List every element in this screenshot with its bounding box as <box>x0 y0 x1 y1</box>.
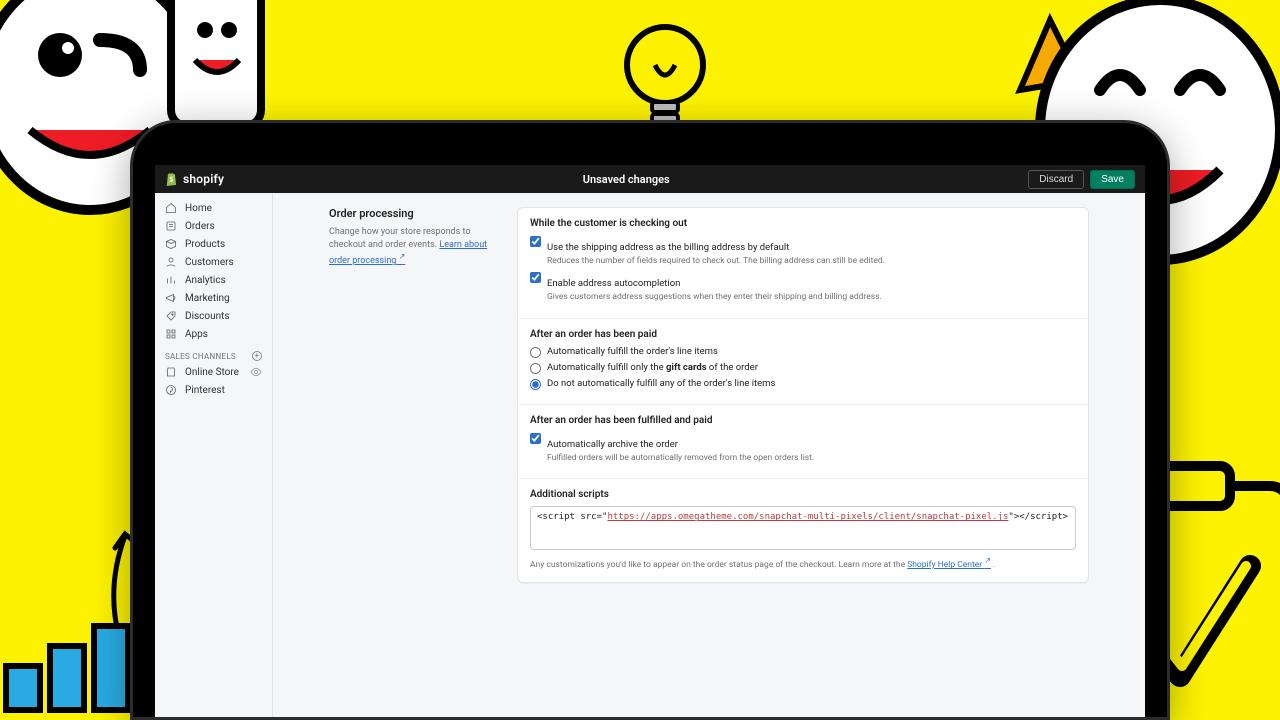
products-icon <box>165 238 177 250</box>
unsaved-changes-label: Unsaved changes <box>224 173 1028 186</box>
view-store-icon[interactable] <box>250 366 262 378</box>
nav-label: Analytics <box>185 275 226 286</box>
after-fulfilled-title: After an order has been fulfilled and pa… <box>530 415 1076 426</box>
external-icon: ↗ <box>399 252 406 261</box>
paid-label-giftcards: Automatically fulfill only the gift card… <box>547 362 758 373</box>
nav-marketing[interactable]: Marketing <box>155 289 272 307</box>
online-store-icon <box>165 366 177 378</box>
archive-label: Automatically archive the order <box>547 439 678 450</box>
nav-analytics[interactable]: Analytics <box>155 271 272 289</box>
home-icon <box>165 202 177 214</box>
nav-apps[interactable]: Apps <box>155 325 272 343</box>
sales-channels-header: SALES CHANNELS + <box>155 343 272 363</box>
save-button[interactable]: Save <box>1090 170 1135 189</box>
use-shipping-sub: Reduces the number of fields required to… <box>547 256 885 267</box>
help-center-link[interactable]: Shopify Help Center ↗ <box>907 560 991 570</box>
laptop-frame: shopify Unsaved changes Discard Save Hom… <box>130 120 1170 720</box>
nav-orders[interactable]: Orders <box>155 217 272 235</box>
nav-label: Orders <box>185 221 215 232</box>
after-paid-section: After an order has been paid Automatical… <box>518 319 1088 405</box>
main-content: Order processing Change how your store r… <box>273 193 1145 717</box>
discounts-icon <box>165 310 177 322</box>
nav-label: Online Store <box>185 367 239 378</box>
checkout-section-title: While the customer is checking out <box>530 218 1076 229</box>
nav-discounts[interactable]: Discounts <box>155 307 272 325</box>
order-processing-card: While the customer is checking out Use t… <box>517 207 1089 583</box>
archive-checkbox[interactable] <box>530 433 541 444</box>
autocomplete-sub: Gives customers address suggestions when… <box>547 292 882 303</box>
after-paid-title: After an order has been paid <box>530 329 1076 340</box>
archive-sub: Fulfilled orders will be automatically r… <box>547 453 814 464</box>
paid-radio-auto-all[interactable] <box>530 347 541 358</box>
scripts-helper: Any customizations you'd like to appear … <box>530 556 1076 571</box>
shopify-logo-icon <box>165 172 179 186</box>
paid-label-auto-all: Automatically fulfill the order's line i… <box>547 346 718 357</box>
nav-label: Products <box>185 239 225 250</box>
nav-home[interactable]: Home <box>155 199 272 217</box>
additional-scripts-input[interactable]: <script src="https://apps.omegatheme.com… <box>530 506 1076 550</box>
nav-customers[interactable]: Customers <box>155 253 272 271</box>
after-fulfilled-section: After an order has been fulfilled and pa… <box>518 405 1088 479</box>
use-shipping-label: Use the shipping address as the billing … <box>547 242 789 253</box>
section-description: Change how your store responds to checko… <box>329 226 499 268</box>
pinterest-icon <box>165 384 177 396</box>
discard-button[interactable]: Discard <box>1028 170 1084 189</box>
section-intro: Order processing Change how your store r… <box>329 207 499 583</box>
orders-icon <box>165 220 177 232</box>
scripts-title: Additional scripts <box>530 489 1076 500</box>
nav-label: Discounts <box>185 311 230 322</box>
customers-icon <box>165 256 177 268</box>
checkout-section: While the customer is checking out Use t… <box>518 208 1088 319</box>
brand-logo[interactable]: shopify <box>165 172 224 186</box>
nav-online-store[interactable]: Online Store <box>155 363 272 381</box>
add-channel-icon[interactable]: + <box>252 351 262 361</box>
autocomplete-label: Enable address autocompletion <box>547 278 680 289</box>
nav-label: Pinterest <box>185 385 225 396</box>
laptop-notch <box>580 123 720 139</box>
additional-scripts-section: Additional scripts <script src="https://… <box>518 479 1088 581</box>
app-screen: shopify Unsaved changes Discard Save Hom… <box>155 165 1145 717</box>
autocomplete-checkbox[interactable] <box>530 272 541 283</box>
paid-radio-none[interactable] <box>530 379 541 390</box>
section-title: Order processing <box>329 207 499 220</box>
nav-label: Marketing <box>185 293 230 304</box>
nav-label: Home <box>185 203 212 214</box>
brand-name: shopify <box>183 172 224 186</box>
nav-products[interactable]: Products <box>155 235 272 253</box>
topbar: shopify Unsaved changes Discard Save <box>155 165 1145 193</box>
nav-pinterest[interactable]: Pinterest <box>155 381 272 399</box>
section-label-text: SALES CHANNELS <box>165 352 236 361</box>
use-shipping-checkbox[interactable] <box>530 236 541 247</box>
analytics-icon <box>165 274 177 286</box>
marketing-icon <box>165 292 177 304</box>
apps-icon <box>165 328 177 340</box>
nav-label: Customers <box>185 257 234 268</box>
paid-label-none: Do not automatically fulfill any of the … <box>547 378 775 389</box>
paid-radio-giftcards[interactable] <box>530 363 541 374</box>
external-icon: ↗ <box>984 556 991 565</box>
nav-label: Apps <box>185 329 208 340</box>
sidebar: Home Orders Products Customers Analytics… <box>155 193 273 717</box>
